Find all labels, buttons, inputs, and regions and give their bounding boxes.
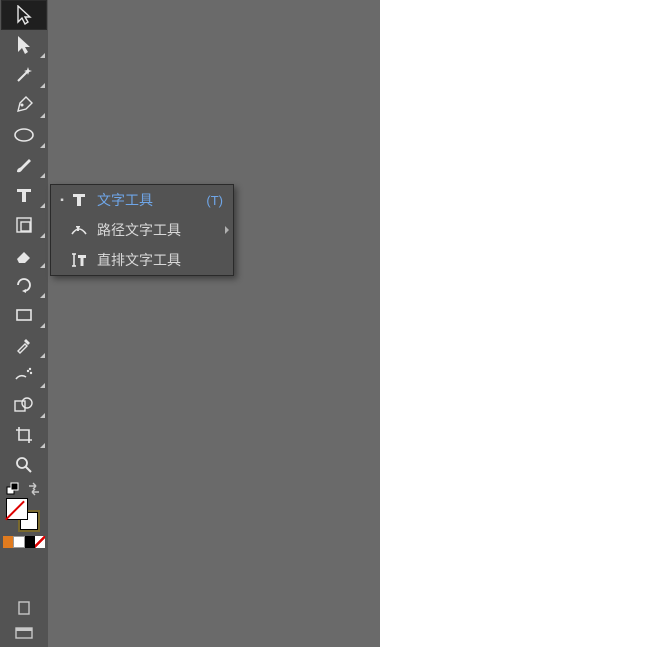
default-fill-stroke-icon[interactable] <box>6 482 20 496</box>
pen-icon <box>14 95 34 115</box>
paintbrush-icon <box>14 155 34 175</box>
flyout-item-type-on-path[interactable]: 路径文字工具 <box>51 215 233 245</box>
flyout-item-label: 路径文字工具 <box>91 220 227 240</box>
zoom-tool[interactable] <box>1 450 47 480</box>
selection-icon <box>15 5 33 25</box>
type-icon <box>67 192 91 208</box>
fill-swatch[interactable] <box>6 498 28 520</box>
rotate-tool[interactable] <box>1 270 47 300</box>
flyout-indicator-icon <box>40 263 45 268</box>
symbol-sprayer-tool[interactable] <box>1 360 47 390</box>
flyout-item-label: 直排文字工具 <box>91 250 227 270</box>
outside-area <box>380 0 658 647</box>
app-area: ▪ 文字工具 (T) 路径文字工具 <box>0 0 380 647</box>
magic-wand-icon <box>14 65 34 85</box>
eyedropper-icon <box>14 335 34 355</box>
flyout-item-shortcut: (T) <box>206 193 227 208</box>
eraser-icon <box>14 245 34 265</box>
shape-builder-tool[interactable] <box>1 390 47 420</box>
type-icon <box>14 185 34 205</box>
ellipse-icon <box>13 125 35 145</box>
flyout-item-label: 文字工具 <box>91 190 206 210</box>
shape-builder-icon <box>13 395 35 415</box>
flyout-indicator-icon <box>40 383 45 388</box>
flyout-indicator-icon <box>40 293 45 298</box>
flyout-indicator-icon <box>40 53 45 58</box>
selection-tool[interactable] <box>1 0 47 30</box>
flyout-indicator-icon <box>40 203 45 208</box>
crop-tool[interactable] <box>1 420 47 450</box>
color-mode-strip[interactable] <box>3 536 45 548</box>
fill-stroke-swatches[interactable] <box>4 498 44 532</box>
flyout-indicator-icon <box>40 443 45 448</box>
ellipse-tool[interactable] <box>1 120 47 150</box>
color-mode-gradient[interactable] <box>13 536 25 548</box>
paintbrush-tool[interactable] <box>1 150 47 180</box>
magic-wand-tool[interactable] <box>1 60 47 90</box>
rectangle-tool[interactable] <box>1 300 47 330</box>
flyout-item-vertical-type[interactable]: 直排文字工具 <box>51 245 233 275</box>
color-mode-black[interactable] <box>25 536 35 548</box>
crop-icon <box>14 425 34 445</box>
fill-stroke-controls <box>1 482 47 496</box>
zoom-icon <box>14 455 34 475</box>
document-icon <box>16 600 32 616</box>
symbol-sprayer-icon <box>13 365 35 385</box>
type-on-path-icon <box>67 222 91 238</box>
flyout-indicator-icon <box>40 413 45 418</box>
flyout-indicator-icon <box>40 173 45 178</box>
vertical-type-icon <box>67 252 91 268</box>
color-mode-solid[interactable] <box>3 536 13 548</box>
canvas[interactable] <box>48 0 380 647</box>
artboard-icon <box>14 215 34 235</box>
flyout-indicator-icon <box>40 113 45 118</box>
swap-fill-stroke-icon[interactable] <box>26 482 42 496</box>
flyout-indicator-icon <box>40 233 45 238</box>
flyout-item-type[interactable]: ▪ 文字工具 (T) <box>51 185 233 215</box>
rotate-icon <box>14 275 34 295</box>
artboard-tool[interactable] <box>1 210 47 240</box>
type-tool-flyout: ▪ 文字工具 (T) 路径文字工具 <box>50 184 234 276</box>
pen-tool[interactable] <box>1 90 47 120</box>
screen-mode-button[interactable] <box>1 621 47 647</box>
current-marker-icon: ▪ <box>57 195 67 206</box>
submenu-arrow-icon <box>225 226 229 234</box>
flyout-indicator-icon <box>40 83 45 88</box>
flyout-indicator-icon <box>40 143 45 148</box>
flyout-indicator-icon <box>40 353 45 358</box>
flyout-indicator-icon <box>40 323 45 328</box>
color-mode-none[interactable] <box>35 536 45 548</box>
toolbar <box>0 0 48 647</box>
type-tool[interactable] <box>1 180 47 210</box>
document-button[interactable] <box>1 595 47 621</box>
direct-selection-tool[interactable] <box>1 30 47 60</box>
direct-selection-icon <box>15 35 33 55</box>
eraser-tool[interactable] <box>1 240 47 270</box>
rectangle-icon <box>14 305 34 325</box>
eyedropper-tool[interactable] <box>1 330 47 360</box>
screen-mode-icon <box>15 627 33 641</box>
